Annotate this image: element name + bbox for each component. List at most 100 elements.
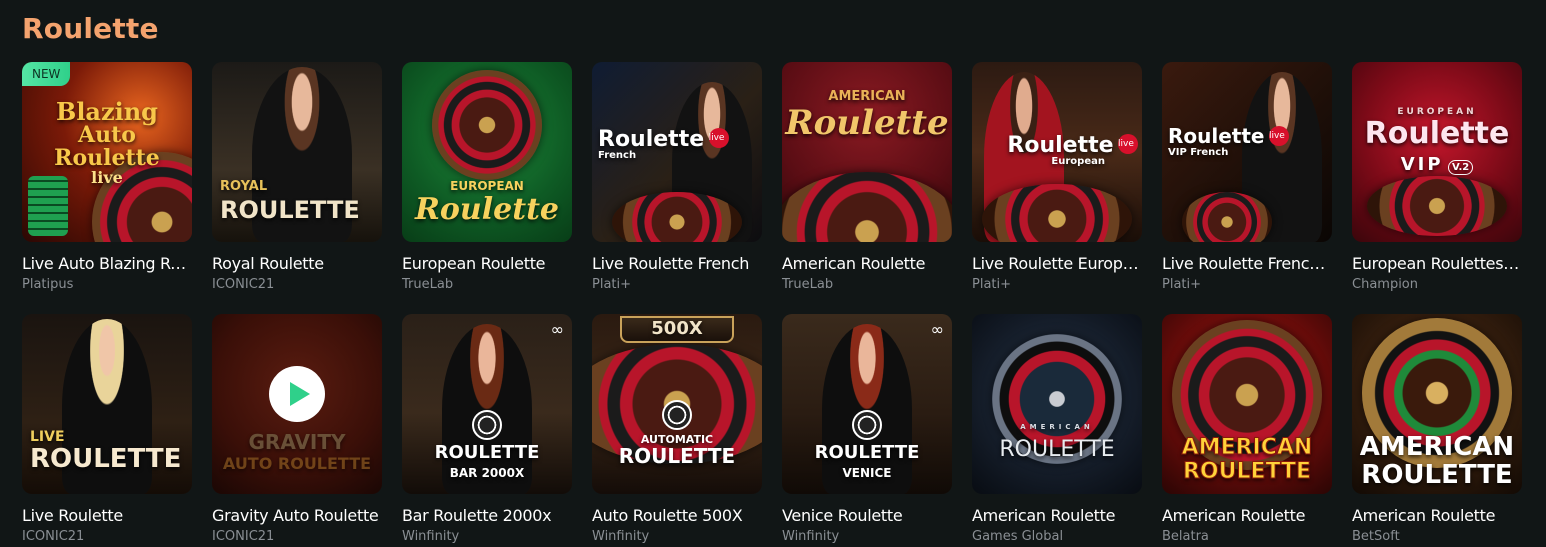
thumb-art-version: V.2 <box>1448 160 1474 175</box>
game-name[interactable]: Live Roulette <box>22 506 192 525</box>
thumb-art-subtitle: French <box>598 150 637 162</box>
thumb-art-title: AMERICAN <box>1359 432 1515 462</box>
game-provider: ICONIC21 <box>22 529 85 544</box>
game-card[interactable]: Roulette live French Live Roulette Frenc… <box>592 62 762 314</box>
play-icon[interactable] <box>269 366 325 422</box>
game-thumbnail[interactable]: GRAVITY AUTO ROULETTE <box>212 314 382 494</box>
game-name[interactable]: Live Auto Blazing Rou... <box>22 254 192 273</box>
game-provider: Belatra <box>1162 529 1209 544</box>
thumb-art-subtitle: BAR 2000X <box>449 465 525 480</box>
game-card[interactable]: ROYAL ROULETTE Royal Roulette ICONIC21 <box>212 62 382 314</box>
game-provider: ICONIC21 <box>212 277 275 292</box>
game-card[interactable]: AMERICAN ROULETTE American Roulette Bela… <box>1162 314 1332 547</box>
game-thumbnail[interactable]: LIVE ROULETTE <box>22 314 192 494</box>
game-name[interactable]: Royal Roulette <box>212 254 382 273</box>
game-card[interactable]: Roulette live VIP French Live Roulette F… <box>1162 62 1332 314</box>
brand-emblem-icon <box>662 400 692 430</box>
thumb-art-title: AMERICAN <box>1020 423 1094 431</box>
game-card[interactable]: 500X AUTOMATIC ROULETTE Auto Roulette 50… <box>592 314 762 547</box>
game-thumbnail[interactable]: Roulette live European <box>972 62 1142 242</box>
game-thumbnail[interactable]: AMERICAN ROULETTE <box>1162 314 1332 494</box>
thumb-art-title: ROYAL <box>220 179 268 194</box>
thumb-art-title: Roulette <box>1007 133 1114 158</box>
game-provider: ICONIC21 <box>212 529 275 544</box>
infinity-logo-icon: ∞ <box>930 320 944 339</box>
games-row-1: NEW Blazing Auto Roulette live Live Auto… <box>22 62 1532 314</box>
thumb-art-title: ROULETTE <box>814 442 920 463</box>
game-card[interactable]: AMERICAN ROULETTE American Roulette Game… <box>972 314 1142 547</box>
game-thumbnail[interactable]: AMERICAN ROULETTE <box>1352 314 1522 494</box>
game-name[interactable]: Live Roulette French ... <box>1162 254 1332 273</box>
live-badge: live <box>1268 126 1289 146</box>
game-thumbnail[interactable]: EUROPEAN Roulette VIP V.2 <box>1352 62 1522 242</box>
game-thumbnail[interactable]: AMERICAN ROULETTE <box>972 314 1142 494</box>
game-name[interactable]: Venice Roulette <box>782 506 952 525</box>
live-badge: live <box>1118 134 1138 154</box>
games-row-2: LIVE ROULETTE Live Roulette ICONIC21 GRA… <box>22 314 1532 547</box>
game-thumbnail[interactable]: 500X AUTOMATIC ROULETTE <box>592 314 762 494</box>
game-name[interactable]: American Roulette <box>782 254 952 273</box>
thumb-art-subtitle: ROULETTE <box>618 443 736 468</box>
game-name[interactable]: Bar Roulette 2000x <box>402 506 572 525</box>
thumb-art-subtitle: Roulette <box>785 103 949 143</box>
game-name[interactable]: Gravity Auto Roulette <box>212 506 382 525</box>
section-title: Roulette <box>22 12 159 45</box>
thumb-art-title: AMERICAN <box>1181 435 1313 460</box>
thumb-art-subtitle: ROULETTE <box>999 437 1115 462</box>
game-thumbnail[interactable]: EUROPEAN Roulette <box>402 62 572 242</box>
game-thumbnail[interactable]: ∞ ROULETTE BAR 2000X <box>402 314 572 494</box>
thumb-art-tag: live <box>91 168 123 188</box>
thumb-art-subtitle: ROULETTE <box>220 196 360 224</box>
game-card[interactable]: EUROPEAN Roulette VIP V.2 European Roule… <box>1352 62 1522 314</box>
thumb-art-title: Roulette <box>1168 124 1265 148</box>
game-thumbnail[interactable]: Roulette live French <box>592 62 762 242</box>
thumb-art-subtitle: ROULETTE <box>30 444 182 474</box>
thumb-art-title: ROULETTE <box>434 442 540 463</box>
game-provider: Plati+ <box>972 277 1012 292</box>
thumb-art-subtitle: VIP French <box>1168 147 1229 158</box>
game-thumbnail[interactable]: ROYAL ROULETTE <box>212 62 382 242</box>
game-card[interactable]: NEW Blazing Auto Roulette live Live Auto… <box>22 62 192 314</box>
game-thumbnail[interactable]: AMERICAN Roulette <box>782 62 952 242</box>
game-thumbnail[interactable]: Roulette live VIP French <box>1162 62 1332 242</box>
game-name[interactable]: American Roulette <box>1162 506 1332 525</box>
game-thumbnail[interactable]: ∞ ROULETTE VENICE <box>782 314 952 494</box>
game-name[interactable]: Live Roulette European <box>972 254 1142 273</box>
game-card[interactable]: GRAVITY AUTO ROULETTE Gravity Auto Roule… <box>212 314 382 547</box>
game-name[interactable]: European Roulettes V... <box>1352 254 1522 273</box>
thumb-art-subtitle: AUTO ROULETTE <box>222 454 372 473</box>
game-name[interactable]: Live Roulette French <box>592 254 762 273</box>
game-card[interactable]: ∞ ROULETTE VENICE Venice Roulette Winfin… <box>782 314 952 547</box>
game-provider: Platipus <box>22 277 74 292</box>
game-card[interactable]: ∞ ROULETTE BAR 2000X Bar Roulette 2000x … <box>402 314 572 547</box>
game-thumbnail[interactable]: NEW Blazing Auto Roulette live <box>22 62 192 242</box>
game-name[interactable]: European Roulette <box>402 254 572 273</box>
game-provider: BetSoft <box>1352 529 1400 544</box>
thumb-art-subtitle: VENICE <box>842 465 892 480</box>
new-badge: NEW <box>22 62 71 86</box>
chip-stack-icon <box>28 176 68 236</box>
thumb-art-title: Blazing <box>56 96 158 126</box>
thumb-art-multiplier: 500X <box>620 316 734 343</box>
brand-emblem-icon <box>852 410 882 440</box>
brand-emblem-icon <box>472 410 502 440</box>
game-provider: Winfinity <box>782 529 840 544</box>
game-name[interactable]: American Roulette <box>1352 506 1522 525</box>
roulette-wheel-icon <box>432 70 542 180</box>
thumb-art-title: EUROPEAN <box>450 179 524 193</box>
games-grid: NEW Blazing Auto Roulette live Live Auto… <box>22 62 1532 547</box>
game-card[interactable]: AMERICAN Roulette American Roulette True… <box>782 62 952 314</box>
thumb-art-subtitle: ROULETTE <box>1182 459 1312 484</box>
game-card[interactable]: LIVE ROULETTE Live Roulette ICONIC21 <box>22 314 192 547</box>
game-card[interactable]: Roulette live European Live Roulette Eur… <box>972 62 1142 314</box>
game-card[interactable]: AMERICAN ROULETTE American Roulette BetS… <box>1352 314 1522 547</box>
roulette-wheel-icon <box>1367 176 1507 236</box>
game-provider: TrueLab <box>782 277 834 292</box>
game-name[interactable]: Auto Roulette 500X <box>592 506 762 525</box>
thumb-art-subtitle: Roulette <box>414 192 560 227</box>
game-provider: Winfinity <box>592 529 650 544</box>
thumb-art-title: LIVE <box>30 429 65 445</box>
game-card[interactable]: EUROPEAN Roulette European Roulette True… <box>402 62 572 314</box>
game-name[interactable]: American Roulette <box>972 506 1142 525</box>
thumb-art-subtitle: Roulette <box>1364 116 1510 151</box>
